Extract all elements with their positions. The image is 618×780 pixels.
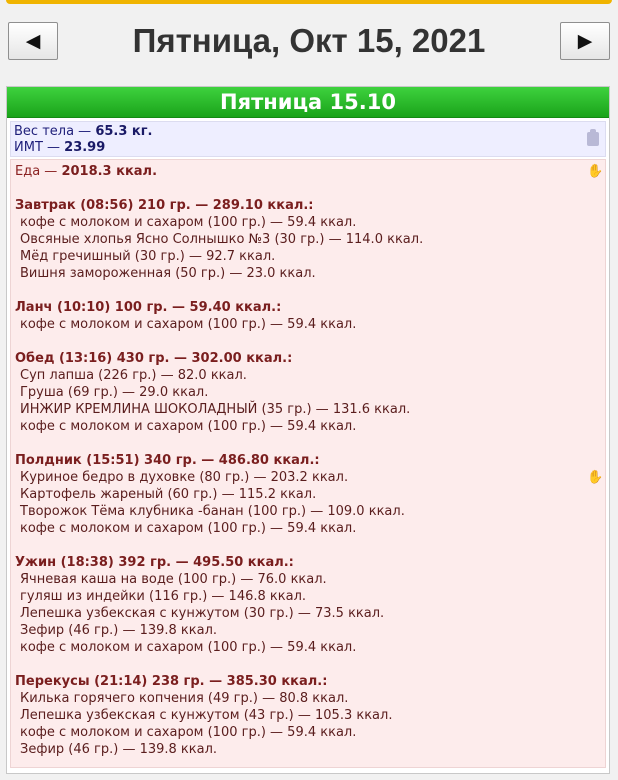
meals-list: Завтрак (08:56) 210 гр. — 289.10 ккал.: к… bbox=[15, 197, 605, 758]
page-title: Пятница, Окт 15, 2021 bbox=[132, 22, 486, 59]
meal-item: гуляш из индейки (116 гр.) — 146.8 ккал. bbox=[20, 589, 307, 604]
weight-row: Вес тела — 65.3 кг. bbox=[14, 124, 605, 140]
hand-icon[interactable]: ✋ bbox=[587, 471, 603, 484]
meal-block: Завтрак (08:56) 210 гр. — 289.10 ккал.: к… bbox=[15, 197, 605, 282]
meal-title: Обед (13:16) 430 гр. — 302.00 ккал.: bbox=[15, 351, 293, 366]
meal-item: Зефир (46 гр.) — 139.8 ккал. bbox=[20, 742, 218, 757]
meal-item: Суп лапша (226 гр.) — 82.0 ккал. bbox=[20, 368, 247, 383]
weight-label: Вес тела — bbox=[14, 124, 96, 139]
meal-title: Перекусы (21:14) 238 гр. — 385.30 ккал.: bbox=[15, 674, 328, 689]
meal-item: кофе с молоком и сахаром (100 гр.) — 59.… bbox=[20, 725, 357, 740]
meal-title: Полдник (15:51) 340 гр. — 486.80 ккал.: bbox=[15, 453, 320, 468]
bmi-value: 23.99 bbox=[64, 140, 106, 155]
meal-title: Ланч (10:10) 100 гр. — 59.40 ккал.: bbox=[15, 300, 282, 315]
meal-item: Творожок Тёма клубника -банан (100 гр.) … bbox=[20, 504, 405, 519]
scale-icon bbox=[587, 129, 599, 146]
meal-block: Ланч (10:10) 100 гр. — 59.40 ккал.: кофе … bbox=[15, 299, 605, 333]
top-bar bbox=[0, 0, 618, 6]
arrow-right-icon: ▶ bbox=[577, 30, 593, 52]
body-metrics-box[interactable]: Вес тела — 65.3 кг. ИМТ — 23.99 bbox=[10, 121, 606, 157]
meal-title: Завтрак (08:56) 210 гр. — 289.10 ккал.: bbox=[15, 198, 314, 213]
meal-item: Груша (69 гр.) — 29.0 ккал. bbox=[20, 385, 209, 400]
meal-item: кофе с молоком и сахаром (100 гр.) — 59.… bbox=[20, 640, 357, 655]
food-total-value: 2018.3 ккал. bbox=[61, 164, 158, 179]
meal-block: Обед (13:16) 430 гр. — 302.00 ккал.: Суп … bbox=[15, 350, 605, 435]
meal-item: кофе с молоком и сахаром (100 гр.) — 59.… bbox=[20, 215, 357, 230]
meal-item: Килька горячего копчения (49 гр.) — 80.8… bbox=[20, 691, 349, 706]
food-box[interactable]: Еда — 2018.3 ккал. Завтрак (08:56) 210 г… bbox=[10, 159, 606, 768]
arrow-left-icon: ◀ bbox=[25, 30, 41, 52]
meal-block: Полдник (15:51) 340 гр. — 486.80 ккал.: К… bbox=[15, 452, 605, 537]
meal-item: Лепешка узбекская с кунжутом (43 гр.) — … bbox=[20, 708, 393, 723]
meal-item: кофе с молоком и сахаром (100 гр.) — 59.… bbox=[20, 521, 357, 536]
meal-item: Овсяные хлопья Ясно Солнышко №3 (30 гр.)… bbox=[20, 232, 424, 247]
bmi-label: ИМТ — bbox=[14, 140, 65, 155]
bmi-row: ИМТ — 23.99 bbox=[14, 140, 605, 156]
meal-block: Ужин (18:38) 392 гр. — 495.50 ккал.: Ячне… bbox=[15, 554, 605, 656]
next-day-button[interactable]: ▶ bbox=[560, 22, 610, 60]
meal-item: Ячневая каша на воде (100 гр.) — 76.0 кк… bbox=[20, 572, 327, 587]
food-total: Еда — 2018.3 ккал. bbox=[15, 163, 605, 180]
day-panel: Пятница 15.10 Вес тела — 65.3 кг. ИМТ — … bbox=[6, 86, 610, 774]
meal-item: кофе с молоком и сахаром (100 гр.) — 59.… bbox=[20, 317, 357, 332]
meal-title: Ужин (18:38) 392 гр. — 495.50 ккал.: bbox=[15, 555, 294, 570]
day-header: Пятница 15.10 bbox=[7, 87, 609, 118]
meal-item: Вишня замороженная (50 гр.) — 23.0 ккал. bbox=[20, 266, 316, 281]
weight-value: 65.3 кг. bbox=[95, 124, 153, 139]
meal-item: Зефир (46 гр.) — 139.8 ккал. bbox=[20, 623, 218, 638]
food-total-label: Еда — bbox=[15, 164, 62, 179]
meal-item: кофе с молоком и сахаром (100 гр.) — 59.… bbox=[20, 419, 357, 434]
meal-item: ИНЖИР КРЕМЛИНА ШОКОЛАДНЫЙ (35 гр.) — 131… bbox=[20, 402, 411, 417]
hand-icon[interactable]: ✋ bbox=[587, 165, 603, 178]
meal-block: Перекусы (21:14) 238 гр. — 385.30 ккал.:… bbox=[15, 673, 605, 758]
meal-item: Картофель жареный (60 гр.) — 115.2 ккал. bbox=[20, 487, 317, 502]
previous-day-button[interactable]: ◀ bbox=[8, 22, 58, 60]
meal-item: Лепешка узбекская с кунжутом (30 гр.) — … bbox=[20, 606, 385, 621]
meal-item: Мёд гречишный (30 гр.) — 92.7 ккал. bbox=[20, 249, 276, 264]
meal-item: Куриное бедро в духовке (80 гр.) — 203.2… bbox=[20, 470, 349, 485]
